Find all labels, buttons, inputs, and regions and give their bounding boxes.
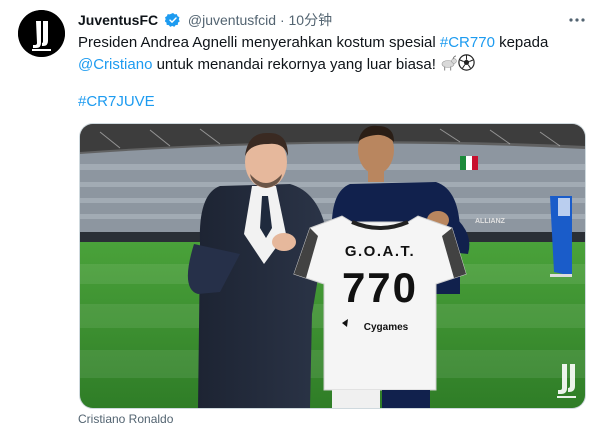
juventus-avatar[interactable]	[18, 10, 65, 57]
stadium-board-text: ALLIANZ	[475, 218, 506, 225]
soccer-ball-icon	[458, 54, 475, 78]
tweet-time[interactable]: 10分钟	[289, 12, 333, 28]
jersey-name-text: G.O.A.T.	[345, 243, 415, 260]
tweet-text: Presiden Andrea Agnelli menyerahkan kost…	[78, 32, 590, 78]
juventus-logo-icon	[18, 10, 65, 57]
goat-icon	[440, 55, 458, 78]
hashtag-cr770-link[interactable]: #CR770	[440, 34, 495, 51]
hashtag-cr7juve-link[interactable]: #CR7JUVE	[78, 93, 155, 110]
jersey-number-text: 770	[342, 264, 418, 311]
photo-illustration: ALLIANZ G.O.A.T. 770 Cygames	[80, 124, 585, 408]
tweet-text-suffix: untuk menandai rekornya yang luar biasa!	[152, 56, 441, 73]
more-options-icon[interactable]	[567, 10, 587, 30]
author-handle[interactable]: @juventusfcid	[188, 12, 276, 28]
tweet-text-prefix: Presiden Andrea Agnelli menyerahkan kost…	[78, 34, 440, 51]
verified-badge-icon	[164, 12, 181, 33]
mention-cristiano-link[interactable]: @Cristiano	[78, 56, 152, 73]
media-caption[interactable]: Cristiano Ronaldo	[78, 412, 173, 426]
jersey-sponsor-text: Cygames	[364, 322, 409, 333]
author-name[interactable]: JuventusFC	[78, 12, 158, 28]
separator-dot: ·	[279, 12, 285, 28]
tweet-photo[interactable]: ALLIANZ G.O.A.T. 770 Cygames	[79, 123, 586, 409]
tweet-text-middle: kepada	[494, 34, 549, 51]
tweet-header: JuventusFC @juventusfcid · 10分钟	[78, 10, 585, 30]
hashtag-line: #CR7JUVE	[78, 91, 155, 113]
